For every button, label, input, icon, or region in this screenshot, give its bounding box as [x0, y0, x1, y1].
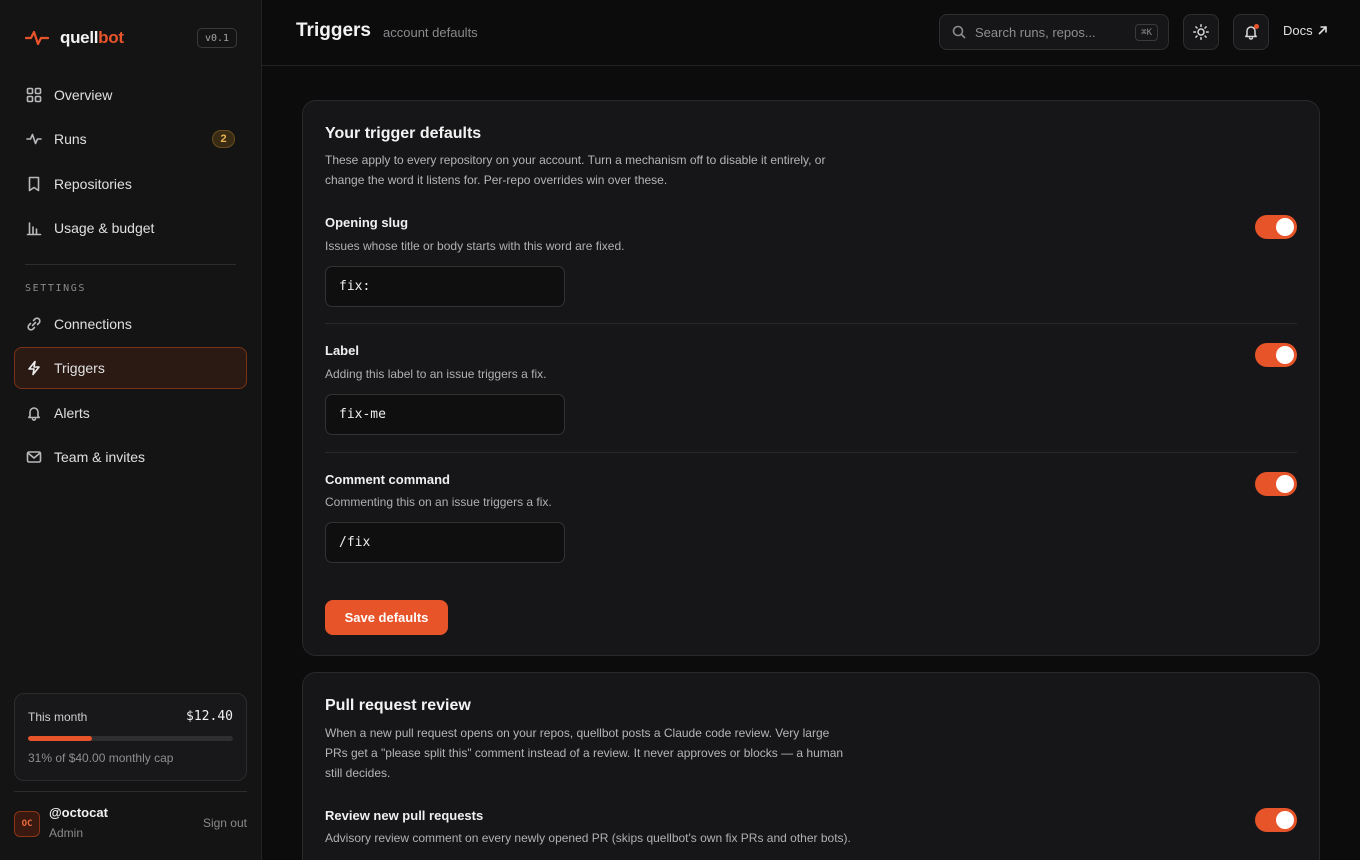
budget-caption: 31% of $40.00 monthly cap — [28, 751, 174, 765]
user-role: Admin — [49, 826, 84, 840]
budget-card[interactable]: This month $12.40 31% of $40.00 monthly … — [14, 693, 247, 781]
search-placeholder: Search runs, repos... — [975, 24, 1096, 40]
opening-slug-description: Issues whose title or body starts with t… — [325, 239, 625, 253]
sign-out-link[interactable]: Sign out — [203, 816, 247, 830]
book-icon — [25, 175, 43, 193]
budget-progress-fill — [28, 736, 92, 741]
docs-label: Docs — [1283, 23, 1313, 38]
user-name: @octocat — [49, 805, 108, 820]
sidebar-item-label: Team & invites — [54, 449, 146, 465]
bell-icon — [25, 404, 43, 422]
sidebar-item-connections[interactable]: Connections — [14, 303, 247, 345]
toggle-knob — [1276, 218, 1294, 236]
sidebar: quellbot v0.1 Overview Runs 2 Repositori… — [0, 0, 262, 860]
sidebar-item-label: Repositories — [54, 176, 132, 192]
notification-dot — [1254, 24, 1259, 29]
sidebar-item-label: Alerts — [54, 405, 90, 421]
row-divider — [325, 323, 1297, 324]
docs-link[interactable]: Docs — [1283, 23, 1328, 38]
card-title: Your trigger defaults — [325, 125, 482, 142]
save-defaults-button[interactable]: Save defaults — [325, 600, 448, 635]
notifications-button[interactable] — [1233, 14, 1269, 50]
external-link-icon — [1318, 26, 1327, 35]
sidebar-item-label: Usage & budget — [54, 220, 155, 236]
mail-icon — [25, 448, 43, 466]
avatar[interactable]: OC — [14, 811, 40, 837]
label-description: Adding this label to an issue triggers a… — [325, 367, 547, 381]
theme-toggle-button[interactable] — [1183, 14, 1219, 50]
sidebar-item-label: Runs — [54, 131, 87, 147]
brand-name-primary: quell — [60, 28, 99, 47]
user-divider — [14, 791, 247, 792]
toggle-knob — [1276, 346, 1294, 364]
sidebar-divider — [25, 264, 236, 265]
card-title: Pull request review — [325, 697, 471, 714]
comment-command-description: Commenting this on an issue triggers a f… — [325, 495, 552, 509]
sidebar-item-overview[interactable]: Overview — [14, 74, 247, 116]
brand-logo[interactable]: quellbot — [25, 26, 124, 50]
toggle-knob — [1276, 475, 1294, 493]
runs-count-badge: 2 — [212, 130, 235, 148]
brand-name: quellbot — [60, 28, 124, 48]
sidebar-item-triggers[interactable]: Triggers — [14, 347, 247, 389]
pr-review-card: Pull request review When a new pull requ… — [302, 672, 1320, 860]
sidebar-item-label: Triggers — [54, 360, 105, 376]
page-title: Triggers — [296, 20, 371, 41]
comment-command-title: Comment command — [325, 472, 450, 487]
toggle-knob — [1276, 811, 1294, 829]
search-icon — [952, 25, 966, 39]
search-input[interactable]: Search runs, repos... ⌘K — [939, 14, 1169, 50]
opening-slug-title: Opening slug — [325, 215, 409, 230]
label-title: Label — [325, 343, 359, 358]
bar-chart-icon — [25, 219, 43, 237]
search-shortcut-hint: ⌘K — [1135, 24, 1158, 41]
brand-name-accent: bot — [98, 28, 124, 47]
pulse-logo-icon — [25, 30, 49, 46]
sidebar-item-runs[interactable]: Runs 2 — [14, 118, 247, 160]
sun-icon — [1193, 24, 1209, 40]
grid-icon — [25, 86, 43, 104]
link-icon — [25, 315, 43, 333]
label-input[interactable] — [325, 394, 565, 435]
budget-amount: $12.40 — [186, 709, 233, 724]
page-subtitle: account defaults — [383, 25, 478, 40]
review-prs-title: Review new pull requests — [325, 808, 484, 823]
trigger-defaults-card: Your trigger defaults These apply to eve… — [302, 100, 1320, 656]
review-prs-description: Advisory review comment on every newly o… — [325, 831, 851, 845]
activity-icon — [25, 130, 43, 148]
sidebar-item-team[interactable]: Team & invites — [14, 436, 247, 478]
label-toggle[interactable] — [1255, 343, 1297, 367]
zap-icon — [25, 359, 43, 377]
row-divider — [325, 452, 1297, 453]
budget-progress-track — [28, 736, 233, 741]
sidebar-item-label: Overview — [54, 87, 113, 103]
opening-slug-toggle[interactable] — [1255, 215, 1297, 239]
card-description: When a new pull request opens on your re… — [325, 726, 844, 780]
sidebar-item-label: Connections — [54, 316, 132, 332]
card-description: These apply to every repository on your … — [325, 153, 826, 187]
review-prs-toggle[interactable] — [1255, 808, 1297, 832]
sidebar-item-alerts[interactable]: Alerts — [14, 392, 247, 434]
sidebar-item-usage[interactable]: Usage & budget — [14, 207, 247, 249]
app-root: quellbot v0.1 Overview Runs 2 Repositori… — [0, 0, 1360, 860]
settings-section-label: SETTINGS — [25, 283, 86, 294]
version-badge: v0.1 — [197, 28, 237, 48]
opening-slug-input[interactable] — [325, 266, 565, 307]
budget-label: This month — [28, 710, 88, 724]
comment-command-input[interactable] — [325, 522, 565, 563]
top-header: Triggers account defaults Search runs, r… — [262, 0, 1360, 66]
sidebar-item-repositories[interactable]: Repositories — [14, 163, 247, 205]
comment-command-toggle[interactable] — [1255, 472, 1297, 496]
